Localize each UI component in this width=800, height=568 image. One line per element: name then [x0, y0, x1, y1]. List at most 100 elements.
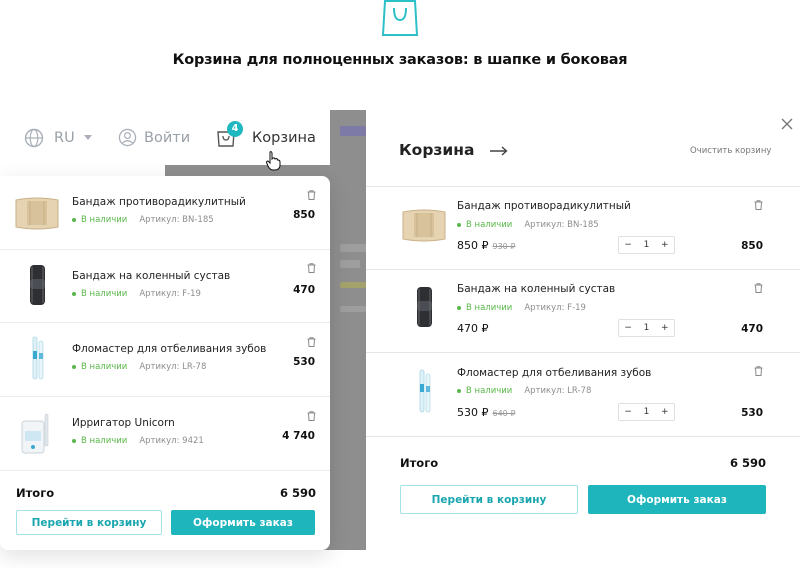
item-sum: 470	[741, 323, 763, 335]
item-sku: Артикул: F-19	[524, 303, 586, 313]
item-price: 530 ₽ 640 ₽	[457, 406, 515, 419]
login-label: Войти	[144, 129, 191, 146]
list-item[interactable]: Ирригатор Unicorn В наличии Артикул: 942…	[0, 397, 330, 471]
list-item[interactable]: Бандаж на коленный сустав В наличии Арти…	[0, 250, 330, 323]
current-price: 850 ₽	[457, 239, 489, 252]
quantity-value[interactable]: 1	[637, 240, 655, 250]
stock-status: В наличии	[81, 362, 128, 372]
shopping-bag-icon	[381, 0, 419, 36]
item-sum: 530	[741, 407, 763, 419]
in-stock-dot	[457, 223, 461, 227]
item-meta: В наличии Артикул: BN-185	[457, 220, 599, 230]
item-meta: В наличии Артикул: F-19	[72, 289, 201, 299]
increment-button[interactable]: +	[656, 323, 674, 333]
irrigator-icon	[21, 413, 49, 454]
in-stock-dot	[72, 292, 76, 296]
go-to-cart-button[interactable]: Перейти в корзину	[16, 510, 162, 535]
trash-icon[interactable]	[307, 411, 316, 421]
whitening-pen-icon	[419, 369, 431, 413]
trash-icon[interactable]	[307, 263, 316, 273]
stock-status: В наличии	[466, 220, 513, 230]
belt-bandage-icon	[15, 197, 59, 230]
trash-icon[interactable]	[307, 337, 316, 347]
item-name[interactable]: Бандаж противорадикулитный	[72, 196, 246, 208]
current-price: 470 ₽	[457, 322, 489, 335]
item-name[interactable]: Бандаж противорадикулитный	[457, 200, 631, 212]
item-price: 850	[293, 209, 315, 221]
trash-icon[interactable]	[754, 283, 763, 293]
quantity-stepper[interactable]: − 1 +	[618, 319, 675, 337]
divider	[366, 269, 800, 270]
quantity-value[interactable]: 1	[637, 407, 655, 417]
item-sku: Артикул: BN-185	[524, 220, 599, 230]
stock-status: В наличии	[81, 436, 128, 446]
quantity-stepper[interactable]: − 1 +	[618, 236, 675, 254]
stock-status: В наличии	[466, 386, 513, 396]
quantity-stepper[interactable]: − 1 +	[618, 403, 675, 421]
item-sum: 850	[741, 240, 763, 252]
item-meta: В наличии Артикул: LR-78	[457, 386, 591, 396]
knee-brace-icon	[30, 265, 45, 305]
trash-icon[interactable]	[307, 190, 316, 200]
divider	[366, 436, 800, 437]
item-sku: Артикул: BN-185	[139, 215, 214, 225]
trash-icon[interactable]	[754, 366, 763, 376]
page-title: Корзина для полноценных заказов: в шапке…	[172, 52, 628, 68]
checkout-button[interactable]: Оформить заказ	[171, 510, 315, 535]
checkout-button[interactable]: Оформить заказ	[588, 485, 766, 514]
side-total-value: 6 590	[729, 456, 766, 470]
in-stock-dot	[72, 439, 76, 443]
item-meta: В наличии Артикул: 9421	[72, 436, 204, 446]
divider	[366, 352, 800, 353]
item-sku: Артикул: 9421	[139, 436, 204, 446]
old-price: 640 ₽	[492, 409, 516, 418]
item-name[interactable]: Фломастер для отбеливания зубов	[72, 343, 266, 355]
list-item[interactable]: Бандаж противорадикулитный В наличии Арт…	[0, 176, 330, 250]
item-price: 470 ₽	[457, 322, 489, 335]
item-name[interactable]: Бандаж на коленный сустав	[72, 270, 230, 282]
in-stock-dot	[72, 365, 76, 369]
language-switcher[interactable]: RU	[24, 128, 92, 148]
caret-down-icon	[83, 135, 92, 140]
side-cart-title-text: Корзина	[399, 141, 475, 159]
cart-label: Корзина	[252, 130, 316, 146]
quantity-value[interactable]: 1	[637, 323, 655, 333]
go-to-cart-button[interactable]: Перейти в корзину	[400, 485, 578, 514]
stock-status: В наличии	[81, 215, 128, 225]
globe-icon	[24, 128, 44, 148]
item-meta: В наличии Артикул: LR-78	[72, 362, 206, 372]
hand-cursor-icon	[266, 151, 281, 171]
side-total-label: Итого	[400, 456, 439, 470]
close-icon[interactable]	[781, 118, 793, 130]
item-price: 4 740	[282, 430, 315, 442]
stock-status: В наличии	[81, 289, 128, 299]
decrement-button[interactable]: −	[619, 323, 637, 333]
cart-count-badge: 4	[227, 121, 243, 137]
clear-cart-link[interactable]: Очистить корзину	[690, 146, 771, 156]
arrow-right-icon	[489, 145, 508, 156]
decrement-button[interactable]: −	[619, 240, 637, 250]
side-cart-title[interactable]: Корзина	[399, 141, 508, 159]
decrement-button[interactable]: −	[619, 407, 637, 417]
increment-button[interactable]: +	[656, 407, 674, 417]
increment-button[interactable]: +	[656, 240, 674, 250]
current-price: 530 ₽	[457, 406, 489, 419]
item-name[interactable]: Ирригатор Unicorn	[72, 417, 175, 429]
stock-status: В наличии	[466, 303, 513, 313]
item-sku: Артикул: F-19	[139, 289, 201, 299]
login-link[interactable]: Войти	[118, 128, 190, 147]
language-label: RU	[54, 130, 75, 146]
in-stock-dot	[457, 389, 461, 393]
item-sku: Артикул: LR-78	[139, 362, 207, 372]
dropdown-total-label: Итого	[16, 486, 55, 500]
trash-icon[interactable]	[754, 200, 763, 210]
list-item[interactable]: Фломастер для отбеливания зубов В наличи…	[0, 323, 330, 397]
old-price: 930 ₽	[492, 242, 516, 251]
item-name[interactable]: Бандаж на коленный сустав	[457, 283, 615, 295]
item-name[interactable]: Фломастер для отбеливания зубов	[457, 367, 651, 379]
dropdown-total-value: 6 590	[279, 486, 316, 500]
divider	[366, 186, 800, 187]
whitening-pen-icon	[32, 336, 44, 380]
item-price: 470	[293, 284, 315, 296]
knee-brace-icon	[417, 287, 432, 327]
